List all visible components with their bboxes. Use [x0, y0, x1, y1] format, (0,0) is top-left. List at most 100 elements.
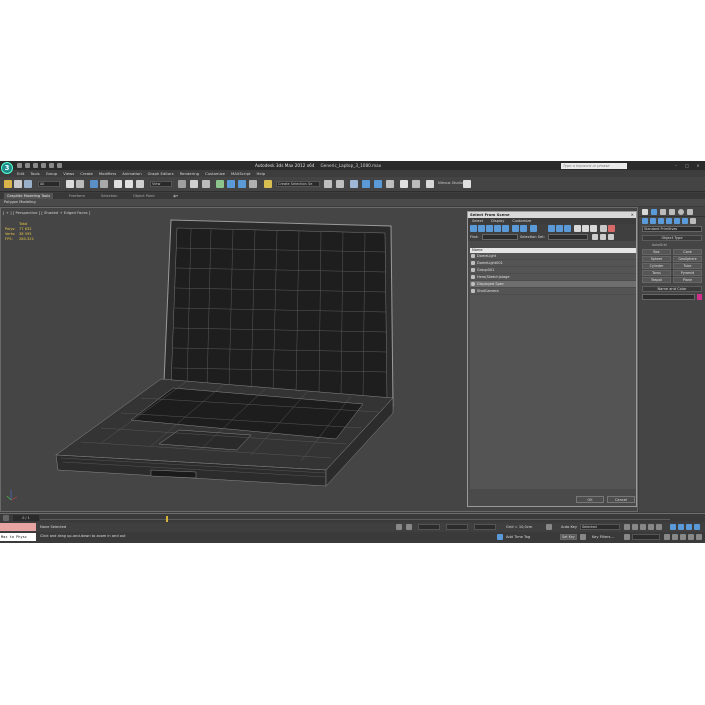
menu-rendering[interactable]: Rendering — [177, 170, 202, 177]
list-item[interactable]: DomeLight — [470, 253, 636, 260]
ref-coord-dropdown[interactable]: View — [150, 181, 172, 187]
named-selection-dropdown[interactable]: Create Selection Se — [276, 181, 320, 187]
select-all-icon[interactable] — [574, 225, 581, 232]
name-and-color-rollout[interactable]: Name and Color — [642, 286, 702, 292]
teapot-button[interactable]: Teapot — [642, 277, 671, 283]
time-slider-frame[interactable]: 0 / 1 — [13, 515, 39, 521]
cancel-button[interactable]: Cancel — [607, 496, 635, 503]
create-tab-icon[interactable] — [642, 209, 648, 215]
rect-selection-icon[interactable] — [90, 180, 98, 188]
key-mode-toggle-icon[interactable] — [624, 534, 630, 540]
zoom-extents-all-icon[interactable] — [694, 524, 700, 530]
cameras-icon[interactable] — [666, 218, 672, 224]
y-coordinate-field[interactable] — [446, 524, 468, 530]
minimize-icon[interactable]: – — [672, 163, 680, 168]
go-to-start-icon[interactable] — [624, 524, 630, 530]
mini-curve-editor-icon[interactable] — [3, 515, 9, 521]
maximize-icon[interactable]: □ — [683, 163, 691, 168]
menu-animation[interactable]: Animation — [119, 170, 144, 177]
absolute-mode-icon[interactable] — [406, 524, 412, 530]
systems-icon[interactable] — [690, 218, 696, 224]
layer-manager-icon[interactable] — [350, 180, 358, 188]
move-icon[interactable] — [114, 180, 122, 188]
lights-icon[interactable] — [658, 218, 664, 224]
plane-button[interactable]: Plane — [673, 277, 702, 283]
lights-filter-icon[interactable] — [486, 225, 493, 232]
timeline-track[interactable] — [40, 519, 670, 520]
previous-frame-icon[interactable] — [632, 524, 638, 530]
next-frame-icon[interactable] — [648, 524, 654, 530]
render-type-label[interactable]: Nitrous Studio — [437, 181, 463, 187]
hierarchy-icon[interactable] — [600, 225, 607, 232]
time-marker[interactable] — [166, 516, 168, 522]
xrefs-filter-icon[interactable] — [530, 225, 537, 232]
menu-views[interactable]: Views — [60, 170, 77, 177]
app-logo-button[interactable]: 3 — [1, 162, 13, 174]
object-type-rollout[interactable]: Object Type — [642, 235, 702, 241]
display-none-icon[interactable] — [564, 225, 571, 232]
selection-filter-dropdown[interactable]: All — [38, 181, 60, 187]
list-item[interactable]: ShotCamera — [470, 288, 636, 295]
window-crossing-icon[interactable] — [100, 180, 108, 188]
graphite-toggle-icon[interactable] — [362, 180, 370, 188]
z-coordinate-field[interactable] — [474, 524, 496, 530]
edit-selection-set-icon[interactable] — [600, 234, 606, 240]
pan-icon[interactable] — [672, 534, 678, 540]
zoom-all-icon[interactable] — [678, 524, 684, 530]
perspective-viewport[interactable]: [ + ] [ Perspective ] [ Shaded + Edged F… — [0, 207, 638, 512]
pivot-center-icon[interactable] — [178, 180, 186, 188]
menu-help[interactable]: Help — [254, 170, 269, 177]
list-item[interactable]: Group001 — [470, 267, 636, 274]
sphere-button[interactable]: Sphere — [642, 256, 671, 262]
curve-editor-icon[interactable] — [374, 180, 382, 188]
box-button[interactable]: Box — [642, 249, 671, 255]
polygon-modeling-panel[interactable]: Polygon Modeling — [4, 199, 36, 206]
selection-set-dropdown[interactable] — [548, 234, 588, 240]
select-object-icon[interactable] — [66, 180, 74, 188]
find-input[interactable] — [482, 234, 518, 240]
link-icon[interactable] — [4, 180, 12, 188]
zoom-icon[interactable] — [670, 524, 676, 530]
utilities-tab-icon[interactable] — [687, 209, 693, 215]
select-none-icon[interactable] — [582, 225, 589, 232]
maximize-viewport-icon[interactable] — [696, 534, 702, 540]
autogrid-checkbox[interactable]: AutoGrid — [642, 243, 702, 248]
material-editor-icon[interactable] — [400, 180, 408, 188]
primitive-category-dropdown[interactable]: Standard Primitives — [642, 226, 702, 232]
redo-icon[interactable] — [49, 163, 54, 168]
motion-tab-icon[interactable] — [669, 209, 675, 215]
list-item[interactable]: Displayed Spec — [470, 281, 636, 288]
spinner-snap-icon[interactable] — [249, 180, 257, 188]
select-invert-icon[interactable] — [590, 225, 597, 232]
orbit-icon[interactable] — [680, 534, 686, 540]
search-input[interactable]: Type a keyword or phrase — [561, 163, 627, 169]
field-of-view-icon[interactable] — [688, 534, 694, 540]
close-icon[interactable]: × — [694, 163, 702, 168]
key-filters-button[interactable]: Key Filters... — [592, 535, 614, 539]
time-tag-icon[interactable] — [497, 534, 503, 540]
menu-edit[interactable]: Edit — [14, 170, 27, 177]
maxscript-listener-top[interactable] — [0, 523, 36, 531]
helpers-filter-icon[interactable] — [502, 225, 509, 232]
delete-selection-set-icon[interactable] — [608, 234, 614, 240]
key-mode-dropdown[interactable]: Selected — [580, 524, 620, 530]
geometry-filter-icon[interactable] — [470, 225, 477, 232]
auto-key-label[interactable]: Auto Key — [561, 525, 577, 529]
object-name-input[interactable] — [642, 294, 695, 300]
menu-graph-editors[interactable]: Graph Editors — [145, 170, 177, 177]
geosphere-button[interactable]: GeoSphere — [673, 256, 702, 262]
maxscript-mini-listener[interactable]: Max to Physc — [0, 533, 36, 541]
hierarchy-tab-icon[interactable] — [660, 209, 666, 215]
display-all-icon[interactable] — [556, 225, 563, 232]
time-slider[interactable]: 0 / 1 — [0, 513, 705, 522]
key-filter-icon[interactable] — [580, 534, 586, 540]
add-time-tag-label[interactable]: Add Time Tag — [506, 535, 530, 539]
tube-button[interactable]: Tube — [673, 263, 702, 269]
spacewarps-icon[interactable] — [682, 218, 688, 224]
cameras-filter-icon[interactable] — [494, 225, 501, 232]
geometry-icon[interactable] — [642, 218, 648, 224]
menu-modifiers[interactable]: Modifiers — [96, 170, 119, 177]
play-icon[interactable] — [640, 524, 646, 530]
project-folder-icon[interactable] — [57, 163, 62, 168]
menu-tools[interactable]: Tools — [27, 170, 42, 177]
